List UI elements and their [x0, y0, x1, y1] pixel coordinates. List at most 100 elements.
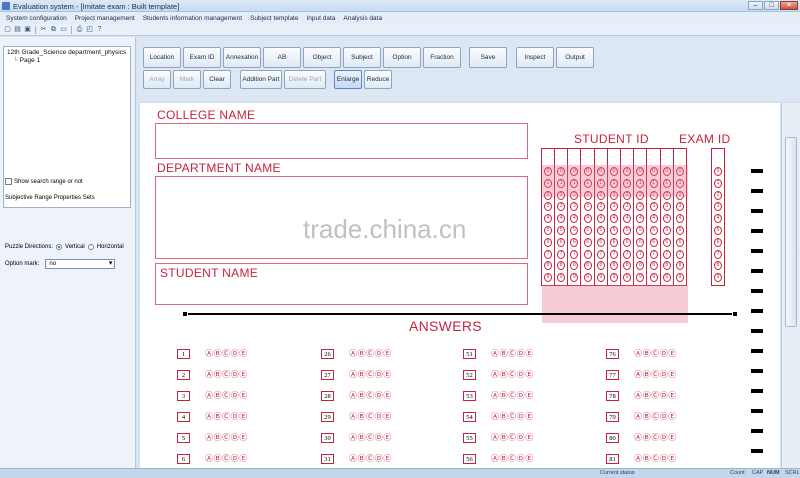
output-button[interactable]: Output: [556, 47, 594, 68]
id-digit-bubble[interactable]: 3: [649, 202, 658, 212]
id-digit-bubble[interactable]: 4: [649, 214, 658, 224]
id-digit-bubble[interactable]: 5: [610, 226, 618, 235]
answer-bubbles[interactable]: ⒶⒷⒸⒹⒺ: [349, 411, 392, 422]
object-button[interactable]: Object: [303, 47, 341, 68]
answer-bubbles[interactable]: ⒶⒷⒸⒹⒺ: [349, 453, 392, 464]
id-digit-bubble[interactable]: 5: [649, 226, 658, 235]
menu-project-management[interactable]: Project management: [75, 15, 135, 22]
answer-sheet[interactable]: COLLEGE NAME DEPARTMENT NAME STUDENT NAM…: [140, 103, 780, 468]
vertical-radio[interactable]: [56, 244, 63, 250]
exam-digit-bubble[interactable]: 5: [714, 226, 722, 235]
menu-input-data[interactable]: Input data: [306, 15, 335, 22]
id-digit-bubble[interactable]: 6: [610, 237, 618, 247]
save-icon[interactable]: ▣: [23, 25, 32, 34]
answer-bubbles[interactable]: ⒶⒷⒸⒹⒺ: [634, 390, 677, 401]
inspect-button[interactable]: Inspect: [516, 47, 554, 68]
answer-bubbles[interactable]: ⒶⒷⒸⒹⒺ: [491, 390, 534, 401]
answer-bubbles[interactable]: ⒶⒷⒸⒹⒺ: [634, 453, 677, 464]
id-digit-bubble[interactable]: 6: [623, 237, 632, 247]
save-button[interactable]: Save: [469, 47, 507, 68]
id-digit-bubble[interactable]: 7: [596, 249, 605, 259]
clear-button[interactable]: Clear: [203, 70, 231, 89]
id-digit-bubble[interactable]: 7: [676, 249, 684, 259]
exam-id-grid[interactable]: 0 1 2 3 4 5 6 7 8 9: [711, 148, 725, 286]
exam-digit-bubble[interactable]: 6: [714, 237, 722, 247]
exam-digit-bubble[interactable]: 3: [714, 202, 722, 212]
id-digit-bubble[interactable]: 7: [610, 249, 618, 259]
fraction-button[interactable]: Fraction: [423, 47, 461, 68]
id-digit-bubble[interactable]: 8: [583, 261, 592, 271]
id-digit-bubble[interactable]: 5: [596, 226, 605, 235]
exam-digit-bubble[interactable]: 4: [714, 214, 722, 224]
answer-bubbles[interactable]: ⒶⒷⒸⒹⒺ: [634, 411, 677, 422]
id-digit-bubble[interactable]: 6: [596, 237, 605, 247]
addition-part-button[interactable]: Addition Part: [240, 70, 282, 89]
id-digit-bubble[interactable]: 4: [662, 214, 671, 224]
answer-bubbles[interactable]: ⒶⒷⒸⒹⒺ: [491, 432, 534, 443]
id-digit-bubble[interactable]: 7: [649, 249, 658, 259]
id-digit-bubble[interactable]: 9: [662, 273, 671, 283]
preview-icon[interactable]: ◰: [85, 25, 94, 34]
answer-bubbles[interactable]: ⒶⒷⒸⒹⒺ: [205, 411, 248, 422]
answer-bubbles[interactable]: ⒶⒷⒸⒹⒺ: [205, 453, 248, 464]
answer-bubbles[interactable]: ⒶⒷⒸⒹⒺ: [491, 453, 534, 464]
id-digit-bubble[interactable]: 5: [662, 226, 671, 235]
id-digit-bubble[interactable]: 7: [623, 249, 632, 259]
option-button[interactable]: Option: [383, 47, 421, 68]
exam-digit-bubble[interactable]: 9: [714, 273, 722, 283]
student-id-grid[interactable]: 0123456789012345678901234567890123456789…: [541, 148, 688, 323]
id-digit-bubble[interactable]: 6: [662, 237, 671, 247]
maximize-button[interactable]: □: [764, 1, 779, 10]
array-button[interactable]: Array: [143, 70, 171, 89]
exam-digit-bubble[interactable]: 7: [714, 249, 722, 259]
print-icon[interactable]: ⎙: [75, 25, 84, 34]
tree-child-page[interactable]: Page 1: [13, 57, 127, 64]
subject-button[interactable]: Subject: [343, 47, 381, 68]
answer-bubbles[interactable]: ⒶⒷⒸⒹⒺ: [349, 348, 392, 359]
exam-digit-bubble[interactable]: 1: [714, 178, 722, 188]
id-digit-bubble[interactable]: 8: [649, 261, 658, 271]
id-digit-bubble[interactable]: 9: [649, 273, 658, 283]
id-digit-bubble[interactable]: 9: [583, 273, 592, 283]
open-icon[interactable]: ▤: [13, 25, 22, 34]
id-digit-bubble[interactable]: 6: [557, 237, 566, 247]
id-digit-bubble[interactable]: 3: [583, 202, 592, 212]
answer-bubbles[interactable]: ⒶⒷⒸⒹⒺ: [205, 348, 248, 359]
close-button[interactable]: ✕: [780, 1, 798, 10]
scrollbar-thumb[interactable]: [785, 137, 797, 327]
id-digit-bubble[interactable]: 5: [544, 226, 552, 235]
id-digit-bubble[interactable]: 6: [544, 237, 552, 247]
id-digit-bubble[interactable]: 7: [662, 249, 671, 259]
id-digit-bubble[interactable]: 4: [583, 214, 592, 224]
help-icon[interactable]: ?: [95, 25, 104, 34]
reduce-button[interactable]: Reduce: [364, 70, 392, 89]
id-digit-bubble[interactable]: 7: [557, 249, 566, 259]
exam-id-button[interactable]: Exam ID: [183, 47, 221, 68]
id-digit-bubble[interactable]: 6: [583, 237, 592, 247]
answer-bubbles[interactable]: ⒶⒷⒸⒹⒺ: [634, 348, 677, 359]
menu-subject-template[interactable]: Subject template: [250, 15, 298, 22]
menu-analysis-data[interactable]: Analysis data: [343, 15, 382, 22]
id-digit-bubble[interactable]: 4: [596, 214, 605, 224]
enlarge-button[interactable]: Enlarge: [334, 70, 362, 89]
answer-bubbles[interactable]: ⒶⒷⒸⒹⒺ: [491, 369, 534, 380]
answer-bubbles[interactable]: ⒶⒷⒸⒹⒺ: [205, 432, 248, 443]
horizontal-radio[interactable]: [87, 244, 94, 250]
paste-icon[interactable]: ▭: [59, 25, 68, 34]
cut-icon[interactable]: ✂: [39, 25, 48, 34]
answer-bubbles[interactable]: ⒶⒷⒸⒹⒺ: [205, 369, 248, 380]
id-digit-bubble[interactable]: 7: [544, 249, 552, 259]
answer-bubbles[interactable]: ⒶⒷⒸⒹⒺ: [634, 432, 677, 443]
exam-digit-bubble[interactable]: 0: [714, 167, 722, 176]
id-digit-bubble[interactable]: 9: [596, 273, 605, 283]
answer-bubbles[interactable]: ⒶⒷⒸⒹⒺ: [349, 390, 392, 401]
option-mark-select[interactable]: no: [45, 259, 116, 269]
answer-bubbles[interactable]: ⒶⒷⒸⒹⒺ: [634, 369, 677, 380]
answer-bubbles[interactable]: ⒶⒷⒸⒹⒺ: [205, 390, 248, 401]
ab-button[interactable]: AB: [263, 47, 301, 68]
id-digit-bubble[interactable]: 6: [676, 237, 684, 247]
tree-root[interactable]: 12th Grade_Science department_physics: [7, 49, 127, 56]
annexation-button[interactable]: Annexation: [223, 47, 261, 68]
menu-system-configuration[interactable]: System configuration: [6, 15, 67, 22]
mark-button[interactable]: Mark: [173, 70, 201, 89]
